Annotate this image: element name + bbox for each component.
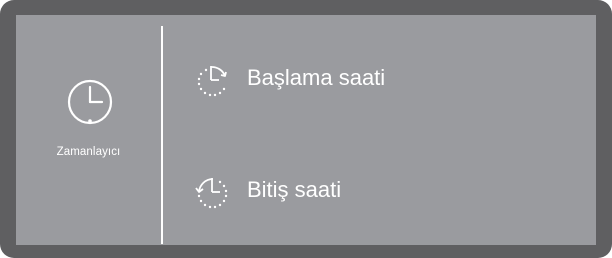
end-time-icon <box>195 178 228 209</box>
clock-icon <box>67 79 113 125</box>
menu-item-start-time[interactable]: Başlama saati <box>163 43 596 113</box>
start-time-icon <box>197 66 227 97</box>
menu-item-end-time[interactable]: Bitiş saati <box>163 155 596 225</box>
end-time-label: Bitiş saati <box>247 177 342 202</box>
timer-tile[interactable]: Zamanlayıcı <box>16 15 161 245</box>
start-time-label: Başlama saati <box>247 65 386 90</box>
timer-label: Zamanlayıcı <box>56 146 121 158</box>
display-frame: Zamanlayıcı Başlama saati Bitiş saati <box>0 0 612 258</box>
